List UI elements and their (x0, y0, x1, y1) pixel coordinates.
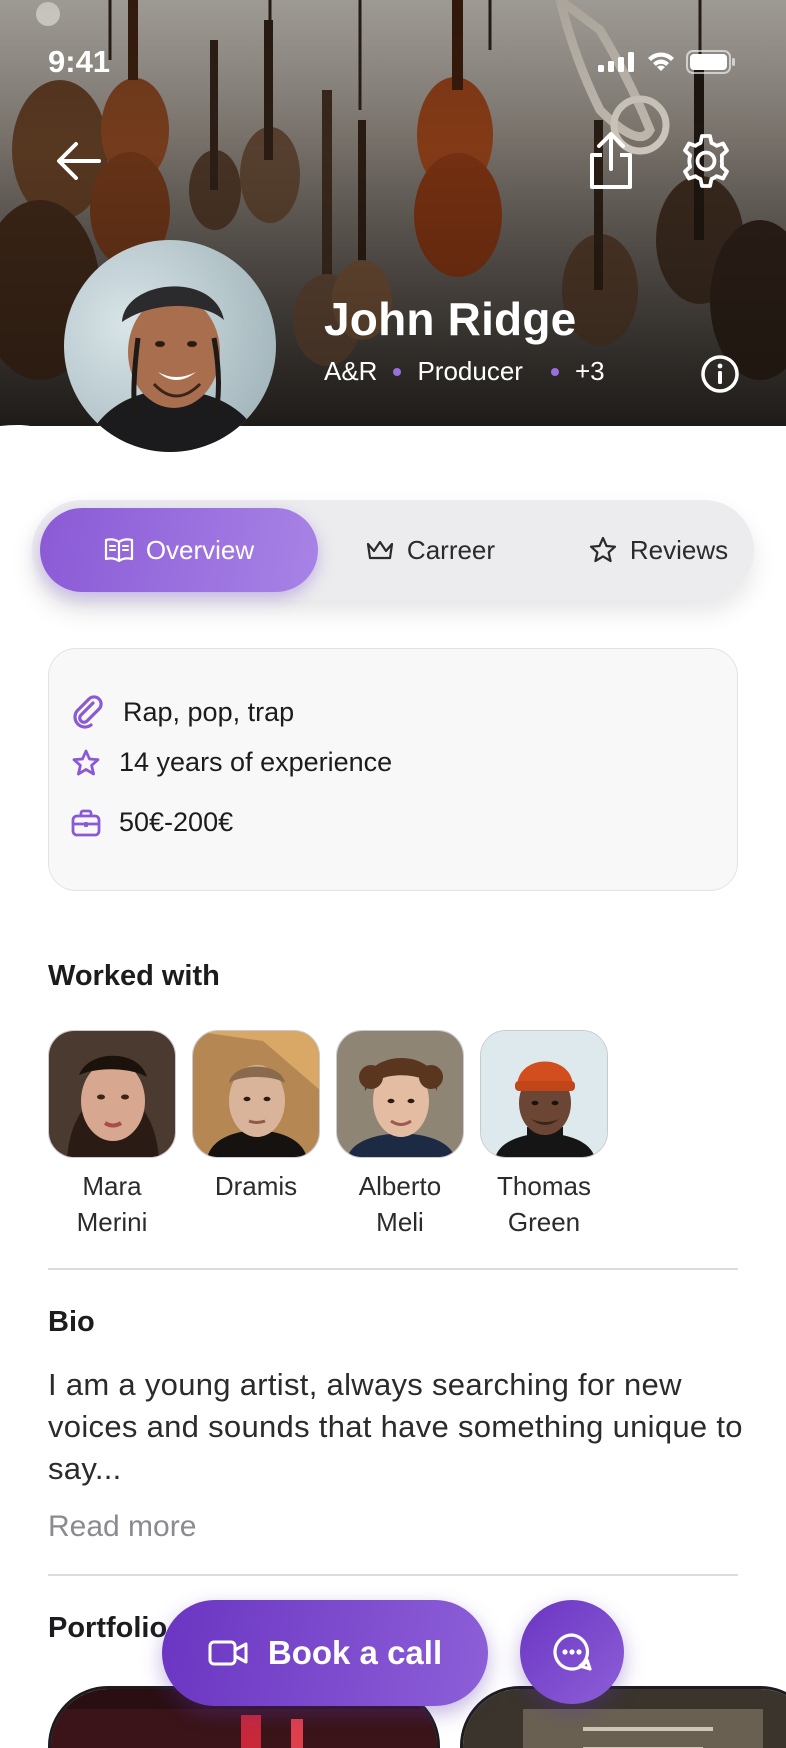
book-call-button[interactable]: Book a call (162, 1600, 488, 1706)
worked-with-title: Worked with (48, 960, 220, 992)
gear-icon (683, 134, 729, 188)
tab-label: Overview (145, 534, 255, 565)
tab-reviews[interactable]: Reviews (568, 508, 748, 592)
collaborator-name: Dramis (214, 1171, 298, 1201)
price-text: 50€-200€ (119, 807, 234, 837)
status-icons (598, 50, 736, 74)
info-price: 50€-200€ (71, 807, 233, 838)
bio-text: I am a young artist, always searching fo… (48, 1367, 743, 1486)
collaborator-name: Alberto Meli (358, 1171, 442, 1237)
profile-name: John Ridge (324, 293, 577, 345)
wifi-icon (648, 52, 674, 71)
share-icon (590, 132, 632, 189)
signal-icon (598, 52, 634, 72)
collaborator-photo (192, 1030, 320, 1158)
bio-title: Bio (48, 1306, 95, 1338)
settings-button[interactable] (671, 126, 741, 196)
share-button[interactable] (576, 126, 646, 196)
collaborator-card[interactable]: Alberto Meli (336, 1030, 464, 1240)
avatar-portrait (64, 240, 276, 452)
paperclip-icon (73, 695, 103, 729)
collaborator-name: Mara Merini (76, 1171, 148, 1237)
star-icon (72, 749, 100, 775)
chat-bubble-icon (553, 1633, 592, 1671)
collaborator-photo (336, 1030, 464, 1158)
overview-info-card: Rap, pop, trap 14 years of experience 50… (48, 648, 738, 891)
star-icon (589, 536, 616, 563)
portfolio-thumbnail (463, 1689, 786, 1748)
tab-label: Carreer (406, 534, 496, 565)
collaborator-card[interactable]: Thomas Green (480, 1030, 608, 1240)
collaborator-card[interactable]: Mara Merini (48, 1030, 176, 1240)
collaborator-card[interactable]: Dramis (192, 1030, 320, 1204)
role-separator (550, 367, 559, 376)
section-divider (48, 1574, 738, 1576)
info-experience: 14 years of experience (71, 747, 392, 778)
crown-icon (366, 540, 394, 560)
status-time: 9:41 (48, 44, 111, 79)
collaborator-photo (48, 1030, 176, 1158)
section-divider (48, 1268, 738, 1270)
video-camera-icon (208, 1640, 248, 1666)
tab-label: Reviews (629, 534, 729, 565)
battery-icon (686, 50, 735, 74)
role-separator (393, 367, 402, 376)
book-icon (104, 538, 133, 563)
collaborator-name: Thomas Green (497, 1171, 591, 1237)
book-call-label: Book a call (267, 1634, 443, 1671)
genres-text: Rap, pop, trap (123, 696, 295, 727)
status-bar: 9:41 (0, 0, 786, 110)
profile-avatar[interactable] (64, 240, 276, 452)
collaborator-photo (480, 1030, 608, 1158)
read-more-link[interactable]: Read more (48, 1510, 196, 1544)
arrow-left-icon (57, 142, 101, 180)
chat-button[interactable] (520, 1600, 624, 1704)
back-button[interactable] (44, 126, 114, 196)
briefcase-icon (71, 809, 101, 836)
portfolio-item[interactable] (460, 1686, 786, 1748)
portfolio-title: Portfolio (48, 1612, 168, 1644)
tab-career[interactable]: Carreer (350, 508, 510, 592)
info-genres: Rap, pop, trap (71, 695, 294, 729)
tab-overview[interactable]: Overview (40, 508, 318, 592)
profile-tabs: Overview Carreer Reviews (32, 500, 754, 600)
experience-text: 14 years of experience (119, 747, 393, 777)
